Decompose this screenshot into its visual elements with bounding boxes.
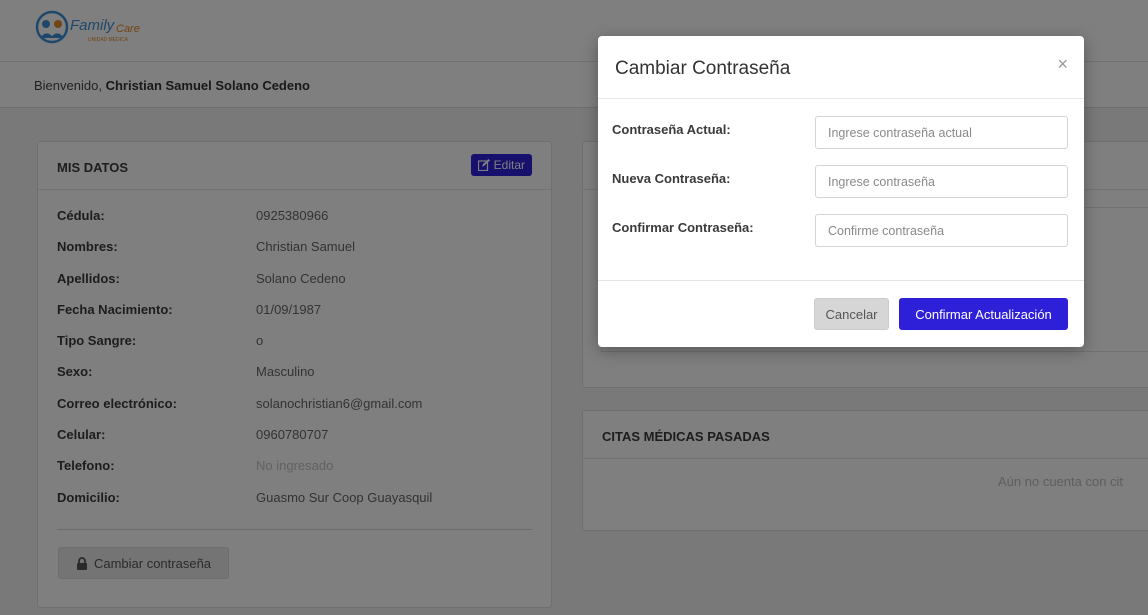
new-password-label: Nueva Contraseña: bbox=[612, 171, 731, 186]
modal-header: Cambiar Contraseña × bbox=[598, 36, 1084, 99]
confirm-password-row: Confirmar Contraseña: bbox=[612, 214, 1070, 248]
cancel-button[interactable]: Cancelar bbox=[814, 298, 889, 330]
modal-footer: Cancelar Confirmar Actualización bbox=[598, 280, 1084, 347]
confirm-password-input[interactable] bbox=[815, 214, 1068, 247]
current-password-row: Contraseña Actual: bbox=[612, 116, 1070, 150]
new-password-input[interactable] bbox=[815, 165, 1068, 198]
confirm-password-label: Confirmar Contraseña: bbox=[612, 220, 754, 235]
confirm-update-button[interactable]: Confirmar Actualización bbox=[899, 298, 1068, 330]
current-password-label: Contraseña Actual: bbox=[612, 122, 731, 137]
new-password-row: Nueva Contraseña: bbox=[612, 165, 1070, 199]
change-password-modal: Cambiar Contraseña × Contraseña Actual: … bbox=[598, 36, 1084, 347]
current-password-input[interactable] bbox=[815, 116, 1068, 149]
modal-title: Cambiar Contraseña bbox=[615, 58, 791, 79]
close-icon[interactable]: × bbox=[1057, 54, 1068, 75]
